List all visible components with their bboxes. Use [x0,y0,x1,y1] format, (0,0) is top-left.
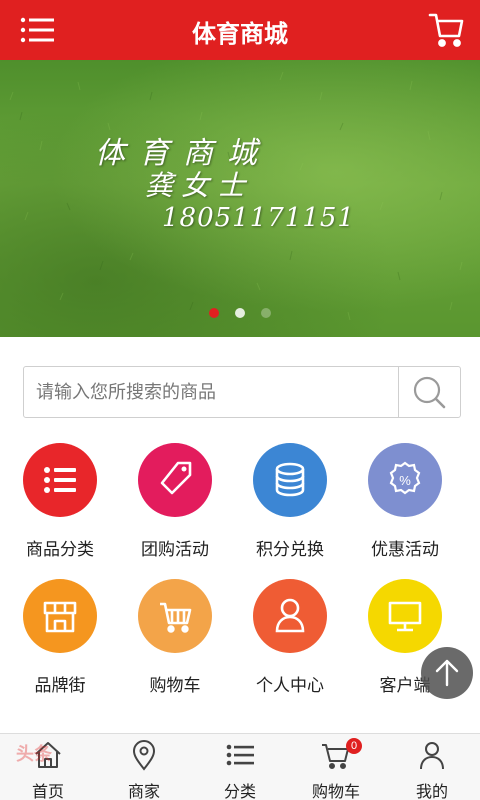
carousel-dot[interactable] [235,308,245,318]
tab-merchants[interactable]: 商家 [96,734,192,800]
cart-icon [138,579,212,653]
bottom-tab-bar: 首页 商家 分类 0 购物车 我的 [0,733,480,800]
banner-text-phone: 18051171151 [162,203,355,233]
percent-badge-icon: % [368,443,442,517]
cart-count-badge: 0 [346,738,362,754]
carousel-dot[interactable] [209,308,219,318]
banner-text-name: 龚女士 [145,169,254,202]
grid-item-category[interactable]: 商品分类 [0,437,120,567]
user-icon [253,579,327,653]
grid-item-label: 商品分类 [26,540,94,559]
grid-item-group-buy[interactable]: 团购活动 [115,437,235,567]
top-bar: 体育商城 [0,0,480,60]
grid-item-label: 购物车 [149,676,201,695]
grid-item-label: 个人中心 [256,676,324,695]
list-icon [23,443,97,517]
grid-item-label: 积分兑换 [256,540,324,559]
tab-label: 分类 [223,784,256,800]
banner-carousel[interactable]: 体育商城 龚女士 18051171151 [0,60,480,337]
grid-item-label: 团购活动 [141,540,209,559]
coins-icon [253,443,327,517]
carousel-indicator [0,308,480,318]
monitor-icon [368,579,442,653]
grid-item-points[interactable]: 积分兑换 [230,437,350,567]
grid-item-label: 优惠活动 [371,540,439,559]
grid-item-promotions[interactable]: % 优惠活动 [345,437,465,567]
search-button[interactable] [398,367,460,417]
user-icon [420,742,444,770]
cart-icon[interactable] [428,10,464,48]
search-box [23,366,461,418]
list-icon [226,744,254,766]
grid-item-profile[interactable]: 个人中心 [230,573,350,703]
main-content: 商品分类 团购活动 积分兑换 [0,337,480,733]
carousel-dot[interactable] [261,308,271,318]
tab-cart[interactable]: 0 购物车 [288,734,384,800]
back-to-top-button[interactable] [421,647,473,699]
arrow-up-icon [435,659,459,687]
search-input[interactable] [36,367,396,417]
tab-label: 我的 [415,784,448,800]
search-icon [413,376,446,409]
storefront-icon [23,579,97,653]
page-title: 体育商城 [192,21,288,48]
grid-item-label: 品牌街 [34,676,86,695]
watermark: 头条 [16,744,52,764]
tab-label: 商家 [127,784,160,800]
tab-label: 首页 [31,784,64,800]
tag-icon [138,443,212,517]
grid-item-cart[interactable]: 购物车 [115,573,235,703]
tab-mine[interactable]: 我的 [384,734,480,800]
tab-label: 购物车 [311,784,360,800]
svg-text:%: % [399,473,411,488]
location-pin-icon [132,740,156,771]
grid-item-brand-street[interactable]: 品牌街 [0,573,120,703]
tab-categories[interactable]: 分类 [192,734,288,800]
